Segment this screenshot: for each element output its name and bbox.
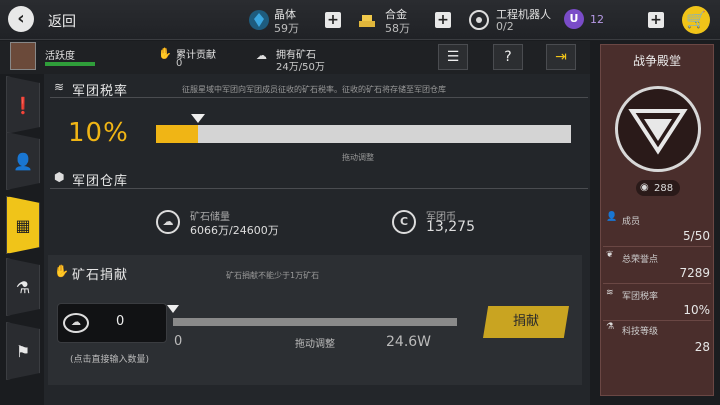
tax-rate-display: 10% bbox=[68, 118, 129, 148]
donate-slider[interactable] bbox=[173, 318, 457, 326]
donate-button[interactable]: 捐献 bbox=[483, 306, 569, 338]
stat-members-label: 成员 bbox=[622, 217, 641, 227]
ore-value: 24万/50万 bbox=[276, 62, 325, 73]
ore-storage-icon: ☁ bbox=[156, 210, 180, 234]
hall-title: 战争殿堂 bbox=[632, 54, 681, 68]
donate-slider-max: 24.6W bbox=[386, 334, 432, 350]
shop-cart-icon[interactable]: 🛒 bbox=[682, 6, 710, 34]
back-label[interactable]: 返回 bbox=[48, 11, 76, 31]
stat-tech-label: 科技等级 bbox=[622, 327, 659, 337]
donate-slider-min: 0 bbox=[174, 334, 183, 349]
divider bbox=[603, 320, 711, 321]
add-alloy-button[interactable]: + bbox=[435, 12, 451, 28]
alloy-bars-icon bbox=[356, 9, 378, 31]
members-icon: 👤 bbox=[606, 212, 618, 222]
honor-wings-icon: ❦ bbox=[606, 250, 614, 260]
tax-icon: ≋ bbox=[606, 288, 614, 298]
robot-icon bbox=[468, 9, 490, 31]
legion-emblem-icon[interactable] bbox=[615, 86, 701, 172]
tax-slider-fill bbox=[156, 125, 198, 143]
add-crystal-button[interactable]: + bbox=[325, 12, 341, 28]
divider bbox=[50, 188, 588, 189]
donate-hand-icon: ✋ bbox=[54, 264, 69, 278]
divider bbox=[603, 283, 711, 284]
stat-tech-value: 28 bbox=[694, 340, 710, 354]
tax-slider-handle[interactable] bbox=[190, 114, 205, 123]
coin-value: 13,275 bbox=[426, 219, 475, 235]
sphere-icon: ◉ bbox=[640, 182, 649, 193]
tab-info[interactable]: ❗ bbox=[6, 76, 40, 134]
stat-honor-value: 7289 bbox=[679, 266, 710, 280]
ore-icon: ☁ bbox=[63, 313, 89, 333]
tax-description: 征服星域中军团向军团成员征收的矿石税率。征收的矿石将存储至军团仓库 bbox=[182, 85, 446, 94]
ore-storage-value: 6066万/24600万 bbox=[190, 224, 279, 237]
list-icon: ☰ bbox=[446, 49, 460, 65]
uranium-value: 12 bbox=[590, 13, 604, 26]
stat-tax-label: 军团税率 bbox=[622, 292, 659, 302]
contribution-icon: ✋ bbox=[158, 47, 172, 60]
alloy-value: 58万 bbox=[385, 22, 410, 35]
question-icon: ? bbox=[504, 49, 512, 65]
alert-icon: ❗ bbox=[13, 95, 33, 115]
divider bbox=[50, 97, 588, 98]
activity-bar bbox=[45, 62, 95, 66]
ore-icon: ☁ bbox=[256, 49, 267, 62]
tax-slider-hint: 拖动调整 bbox=[342, 153, 374, 162]
tab-warehouse[interactable]: ▦ bbox=[6, 196, 40, 254]
crystal-icon bbox=[248, 9, 270, 31]
exit-door-icon: ⇥ bbox=[555, 49, 567, 65]
uranium-icon: U bbox=[564, 9, 584, 29]
tab-members[interactable]: 👤 bbox=[6, 132, 40, 190]
box-icon: ⬢ bbox=[54, 170, 65, 184]
exit-button[interactable]: ⇥ bbox=[546, 44, 576, 70]
warehouse-icon: ▦ bbox=[15, 215, 31, 235]
legion-coin-icon: C bbox=[392, 210, 416, 234]
stat-members-value: 5/50 bbox=[683, 229, 710, 243]
microscope-icon: ⚗ bbox=[606, 322, 615, 332]
donate-slider-hint: 拖动调整 bbox=[295, 339, 335, 350]
person-icon: 👤 bbox=[13, 151, 33, 171]
microscope-icon: ⚗ bbox=[15, 277, 31, 297]
tax-icon: ≋ bbox=[54, 80, 65, 94]
badge-value: 288 bbox=[654, 183, 674, 194]
tax-slider[interactable] bbox=[156, 125, 571, 143]
back-arrow-icon[interactable]: ‹ bbox=[8, 6, 34, 32]
donate-slider-handle[interactable] bbox=[167, 305, 179, 313]
list-menu-button[interactable]: ☰ bbox=[438, 44, 468, 70]
tab-research[interactable]: ⚗ bbox=[6, 258, 40, 316]
warehouse-title: 军团仓库 bbox=[72, 174, 129, 189]
robot-value: 0/2 bbox=[496, 20, 514, 33]
avatar[interactable] bbox=[10, 42, 36, 70]
activity-label: 活跃度 bbox=[45, 51, 75, 62]
contribution-value: 0 bbox=[176, 58, 183, 69]
donate-title: 矿石捐献 bbox=[72, 268, 129, 283]
ore-storage-label: 矿石储量 bbox=[190, 212, 230, 223]
tab-management[interactable]: ⚑ bbox=[6, 322, 40, 380]
stat-honor-label: 总荣誉点 bbox=[622, 255, 659, 265]
crystal-value: 59万 bbox=[274, 22, 299, 35]
donate-amount-value[interactable]: 0 bbox=[116, 314, 124, 329]
divider bbox=[603, 246, 711, 247]
donate-description: 矿石捐献不能少于1万矿石 bbox=[226, 271, 320, 280]
donate-input-hint: (点击直接输入数量) bbox=[70, 355, 150, 365]
help-button[interactable]: ? bbox=[493, 44, 523, 70]
stat-tax-value: 10% bbox=[683, 303, 710, 317]
flag-icon: ⚑ bbox=[15, 341, 31, 361]
add-uranium-button[interactable]: + bbox=[648, 12, 664, 28]
